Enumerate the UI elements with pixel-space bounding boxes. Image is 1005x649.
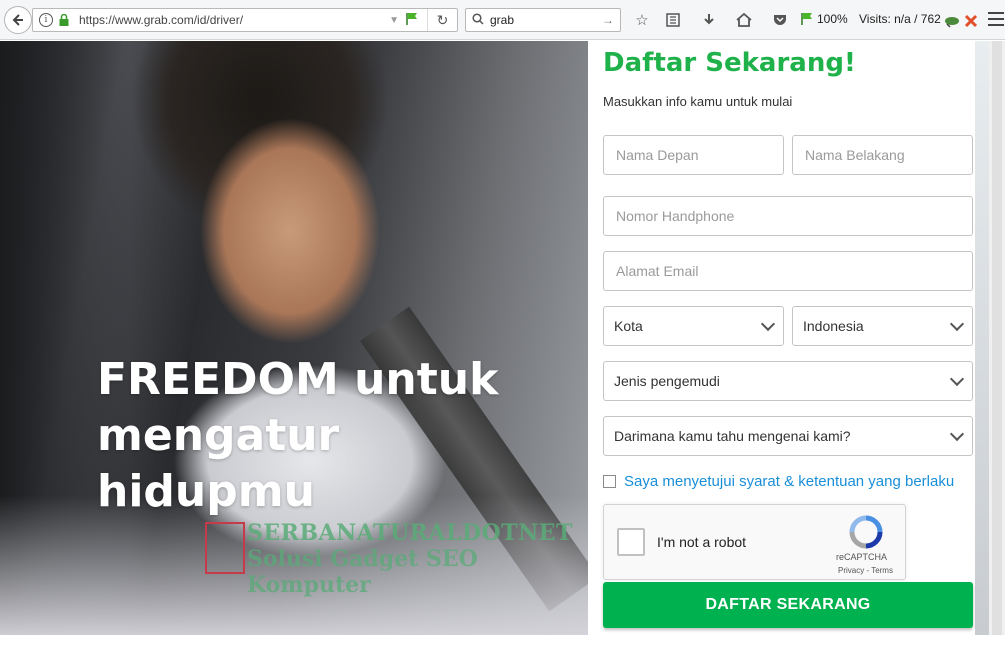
watermark-line2: Solusi Gadget SEO Komputer: [247, 546, 478, 598]
referral-source-select[interactable]: Darimana kamu tahu mengenai kami?: [603, 416, 973, 456]
phone-input[interactable]: [616, 197, 972, 235]
referral-source-select-value: Darimana kamu tahu mengenai kami?: [614, 428, 851, 444]
email-field[interactable]: [603, 251, 973, 291]
address-bar[interactable]: i https://www.grab.com/id/driver/ ▼ ↻: [32, 8, 458, 32]
recaptcha-widget: I'm not a robot reCAPTCHA Privacy - Term…: [603, 504, 906, 580]
zoom-level: 100%: [817, 12, 848, 26]
home-icon[interactable]: [734, 10, 754, 30]
last-name-field[interactable]: [792, 135, 973, 175]
terms-checkbox[interactable]: [603, 475, 616, 488]
back-button[interactable]: [4, 6, 32, 34]
browser-toolbar: i https://www.grab.com/id/driver/ ▼ ↻ gr…: [0, 0, 1005, 40]
first-name-field[interactable]: [603, 135, 784, 175]
scrollbar[interactable]: [989, 41, 1005, 635]
form-title: Daftar Sekarang!: [603, 48, 856, 78]
recaptcha-label: I'm not a robot: [657, 534, 747, 550]
country-select-value: Indonesia: [803, 318, 864, 334]
first-name-input[interactable]: [616, 136, 783, 174]
hero-title: FREEDOM untuk mengatur hidupmu: [97, 354, 499, 517]
info-icon[interactable]: i: [39, 13, 53, 27]
visits-counter: Visits: n/a / 762: [859, 12, 941, 26]
watermark-logo: [205, 522, 245, 574]
close-extension-icon[interactable]: [961, 11, 981, 31]
star-icon[interactable]: ☆: [632, 10, 652, 30]
green-flag-icon[interactable]: [405, 12, 419, 29]
pocket-icon[interactable]: [770, 10, 790, 30]
email-input[interactable]: [616, 252, 972, 290]
search-icon: [472, 12, 490, 28]
flag-icon: [801, 13, 812, 25]
chevron-down-icon: [760, 316, 776, 331]
lock-icon: [59, 13, 69, 26]
scrollbar-thumb[interactable]: [992, 41, 1002, 635]
download-icon[interactable]: [699, 10, 719, 30]
url-text[interactable]: https://www.grab.com/id/driver/: [79, 13, 389, 27]
driver-type-select-value: Jenis pengemudi: [614, 373, 720, 389]
city-select-value: Kota: [614, 318, 643, 334]
chevron-down-icon: [949, 316, 965, 331]
chevron-down-icon: [949, 371, 965, 386]
recaptcha-links[interactable]: Privacy - Terms: [838, 566, 893, 575]
phone-field[interactable]: [603, 196, 973, 236]
submit-button[interactable]: DAFTAR SEKARANG: [603, 582, 973, 628]
arrow-left-icon: [12, 14, 23, 26]
recaptcha-checkbox[interactable]: [617, 528, 645, 556]
form-subtitle: Masukkan info kamu untuk mulai: [603, 94, 793, 109]
city-select[interactable]: Kota: [603, 306, 784, 346]
terms-agreement: Saya menyetujui syarat & ketentuan yang …: [603, 473, 954, 490]
hamburger-menu-icon[interactable]: [988, 12, 1004, 30]
arrow-right-icon[interactable]: →: [602, 13, 614, 27]
country-select[interactable]: Indonesia: [792, 306, 973, 346]
terms-link[interactable]: Saya menyetujui syarat & ketentuan yang …: [624, 473, 954, 490]
chevron-down-icon: [949, 426, 965, 441]
recaptcha-brand: reCAPTCHA: [836, 552, 888, 562]
driver-type-select[interactable]: Jenis pengemudi: [603, 361, 973, 401]
search-bar[interactable]: grab →: [465, 8, 621, 32]
extension-icon[interactable]: [942, 11, 962, 31]
watermark: SERBANATURALDOTNET Solusi Gadget SEO Kom…: [205, 520, 585, 598]
reading-list-icon[interactable]: [663, 10, 683, 30]
search-input[interactable]: grab: [490, 13, 602, 27]
reload-icon[interactable]: ↻: [427, 9, 457, 31]
zoom-indicator[interactable]: 100%: [800, 12, 848, 26]
watermark-line1: SERBANATURALDOTNET: [247, 520, 573, 546]
last-name-input[interactable]: [805, 136, 972, 174]
recaptcha-logo-icon: [849, 515, 883, 549]
url-dropdown-icon[interactable]: ▼: [389, 15, 399, 26]
